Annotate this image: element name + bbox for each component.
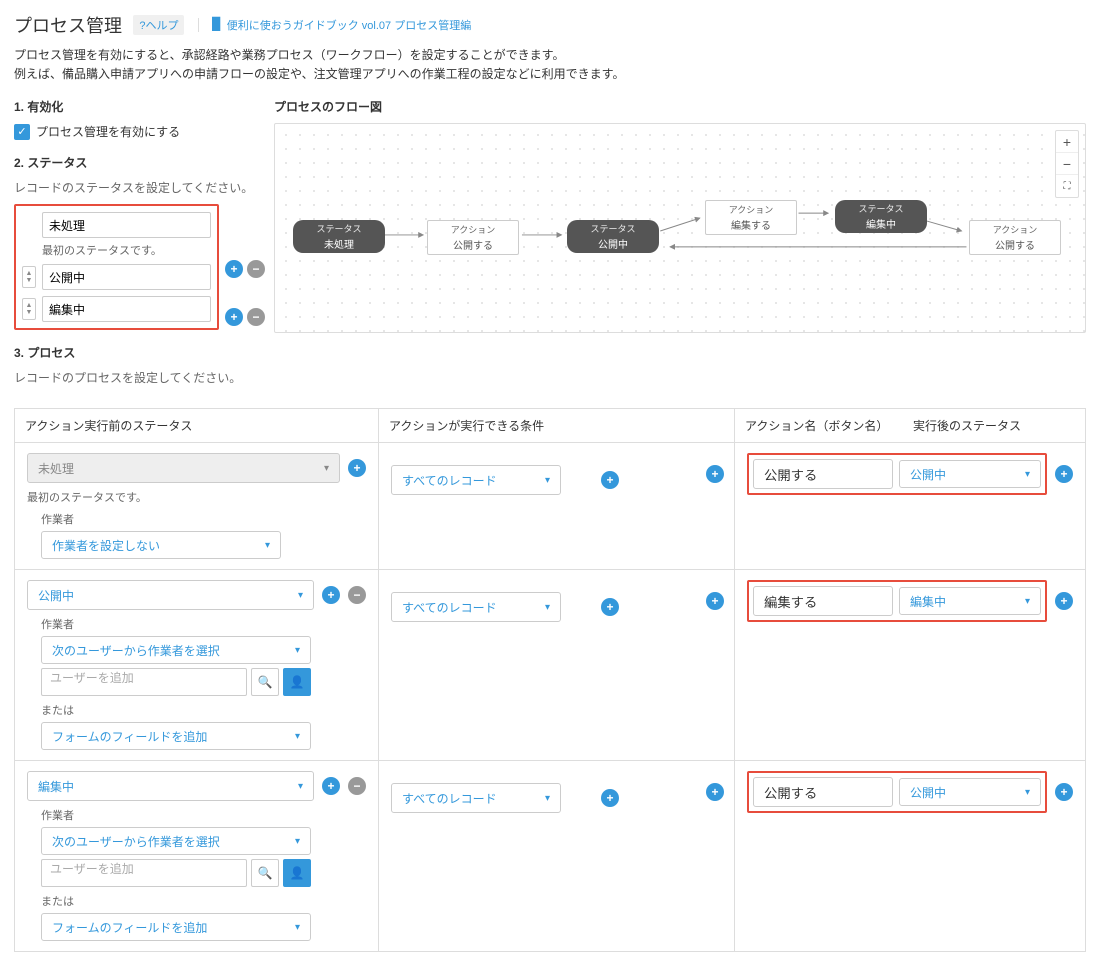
remove-row-button[interactable]: − <box>348 586 366 604</box>
col-after-status: 実行後のステータス <box>913 417 1075 434</box>
chevron-down-icon: ▾ <box>545 475 550 486</box>
form-field-select[interactable]: フォームのフィールドを追加▾ <box>41 722 311 750</box>
book-icon: ▉ <box>212 17 221 31</box>
add-row-button[interactable]: + <box>322 777 340 795</box>
add-row-button[interactable]: + <box>348 459 366 477</box>
after-status-select[interactable]: 公開中▾ <box>899 460 1041 488</box>
action-name-input[interactable] <box>753 777 893 807</box>
or-label: または <box>41 702 366 718</box>
add-action-button[interactable]: + <box>1055 465 1073 483</box>
enable-checkbox[interactable]: ✓ <box>14 124 30 140</box>
add-condition-button[interactable]: + <box>601 471 619 489</box>
search-icon[interactable]: 🔍 <box>251 668 279 696</box>
chevron-down-icon: ▾ <box>295 645 300 656</box>
add-condition-button[interactable]: + <box>601 789 619 807</box>
after-status-select[interactable]: 公開中▾ <box>899 778 1041 806</box>
assignee-label: 作業者 <box>41 807 366 823</box>
section-enable-heading: 1. 有効化 <box>14 98 254 115</box>
initial-status-note: 最初のステータスです。 <box>27 489 366 505</box>
user-search-input[interactable]: ユーザーを追加 <box>41 859 247 887</box>
status-initial-note: 最初のステータスです。 <box>42 242 211 258</box>
remove-status-button[interactable]: − <box>247 308 265 326</box>
condition-select[interactable]: すべてのレコード▾ <box>391 783 561 813</box>
before-status-select[interactable]: 未処理▾ <box>27 453 340 483</box>
or-label: または <box>41 893 366 909</box>
flow-diagram[interactable]: + − ⛶ ステータス未処理 アクション公開する <box>274 123 1086 333</box>
chevron-down-icon: ▾ <box>545 793 550 804</box>
drag-handle[interactable]: ▲▼ <box>22 298 36 320</box>
page-description: プロセス管理を有効にすると、承認経路や業務プロセス（ワークフロー）を設定すること… <box>14 46 1086 84</box>
action-name-input[interactable] <box>753 586 893 616</box>
process-desc: レコードのプロセスを設定してください。 <box>14 369 254 386</box>
assignee-mode-select[interactable]: 作業者を設定しない▾ <box>41 531 281 559</box>
chevron-down-icon: ▾ <box>265 540 270 551</box>
chevron-down-icon: ▾ <box>324 463 329 474</box>
after-status-select[interactable]: 編集中▾ <box>899 587 1041 615</box>
page-title: プロセス管理 <box>14 12 122 38</box>
chevron-down-icon: ▾ <box>1025 469 1030 480</box>
status-input[interactable] <box>42 264 211 290</box>
assignee-label: 作業者 <box>41 511 366 527</box>
add-status-button[interactable]: + <box>225 260 243 278</box>
col-action-name: アクション名（ボタン名） <box>745 417 913 434</box>
chevron-down-icon: ▾ <box>295 922 300 933</box>
remove-status-button[interactable]: − <box>247 260 265 278</box>
user-search-input[interactable]: ユーザーを追加 <box>41 668 247 696</box>
status-desc: レコードのステータスを設定してください。 <box>14 179 254 196</box>
remove-row-button[interactable]: − <box>348 777 366 795</box>
chevron-down-icon: ▾ <box>298 781 303 792</box>
section-process-heading: 3. プロセス <box>14 344 254 361</box>
assignee-mode-select[interactable]: 次のユーザーから作業者を選択▾ <box>41 827 311 855</box>
status-input[interactable] <box>42 296 211 322</box>
add-row-button[interactable]: + <box>322 586 340 604</box>
col-before-status: アクション実行前のステータス <box>15 409 379 442</box>
col-condition: アクションが実行できる条件 <box>379 409 735 442</box>
assignee-mode-select[interactable]: 次のユーザーから作業者を選択▾ <box>41 636 311 664</box>
form-field-select[interactable]: フォームのフィールドを追加▾ <box>41 913 311 941</box>
assignee-label: 作業者 <box>41 616 366 632</box>
add-action-button[interactable]: + <box>1055 592 1073 610</box>
chevron-down-icon: ▾ <box>1025 596 1030 607</box>
chevron-down-icon: ▾ <box>295 731 300 742</box>
status-input-initial[interactable] <box>42 212 211 238</box>
divider <box>198 18 199 32</box>
before-status-select[interactable]: 編集中▾ <box>27 771 314 801</box>
process-table: アクション実行前のステータス アクションが実行できる条件 アクション名（ボタン名… <box>14 408 1086 952</box>
help-link[interactable]: ?ヘルプ <box>133 15 184 35</box>
section-flow-heading: プロセスのフロー図 <box>274 98 1086 115</box>
drag-handle[interactable]: ▲▼ <box>22 266 36 288</box>
condition-select[interactable]: すべてのレコード▾ <box>391 592 561 622</box>
section-status-heading: 2. ステータス <box>14 154 254 171</box>
guidebook-link[interactable]: 便利に使おうガイドブック vol.07 プロセス管理編 <box>227 20 471 32</box>
add-action-button[interactable]: + <box>1055 783 1073 801</box>
org-picker-button[interactable]: 👤 <box>283 668 311 696</box>
action-name-input[interactable] <box>753 459 893 489</box>
enable-checkbox-label: プロセス管理を有効にする <box>36 123 180 140</box>
chevron-down-icon: ▾ <box>298 590 303 601</box>
before-status-select[interactable]: 公開中▾ <box>27 580 314 610</box>
add-condition-button[interactable]: + <box>601 598 619 616</box>
search-icon[interactable]: 🔍 <box>251 859 279 887</box>
chevron-down-icon: ▾ <box>1025 787 1030 798</box>
add-status-button[interactable]: + <box>225 308 243 326</box>
condition-select[interactable]: すべてのレコード▾ <box>391 465 561 495</box>
org-picker-button[interactable]: 👤 <box>283 859 311 887</box>
chevron-down-icon: ▾ <box>295 836 300 847</box>
chevron-down-icon: ▾ <box>545 602 550 613</box>
